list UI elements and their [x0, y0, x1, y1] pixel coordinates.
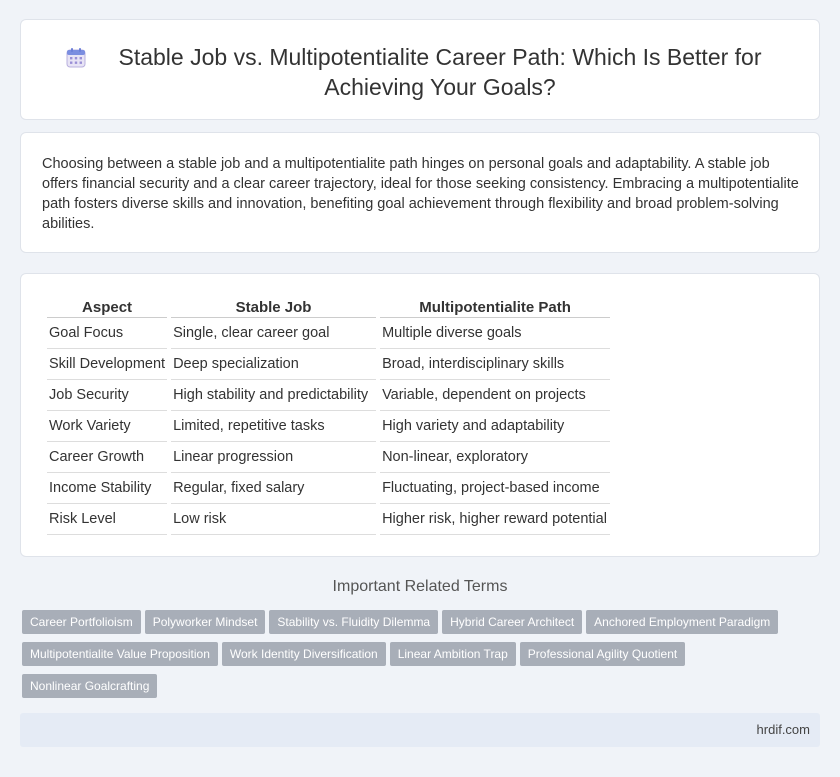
- table-cell: Non-linear, exploratory: [380, 442, 611, 473]
- header-card: Stable Job vs. Multipotentialite Career …: [20, 19, 820, 120]
- table-cell: Income Stability: [47, 473, 168, 504]
- column-header-stable-job: Stable Job: [171, 296, 377, 318]
- table-cell: Goal Focus: [47, 318, 168, 349]
- related-term-tag[interactable]: Polyworker Mindset: [144, 610, 266, 634]
- table-cell: High stability and predictability: [171, 380, 377, 411]
- table-cell: Linear progression: [171, 442, 377, 473]
- table-cell: Regular, fixed salary: [171, 473, 377, 504]
- table-cell: Fluctuating, project-based income: [380, 473, 611, 504]
- table-row: Job Security High stability and predicta…: [47, 380, 611, 411]
- related-terms-heading: Important Related Terms: [332, 578, 508, 595]
- related-term-tag[interactable]: Professional Agility Quotient: [519, 642, 686, 666]
- table-cell: Work Variety: [47, 411, 168, 442]
- column-header-aspect: Aspect: [47, 296, 168, 318]
- table-row: Work Variety Limited, repetitive tasks H…: [47, 411, 611, 442]
- table-row: Skill Development Deep specialization Br…: [47, 349, 611, 380]
- comparison-card: Aspect Stable Job Multipotentialite Path…: [20, 273, 820, 557]
- table-cell: High variety and adaptability: [380, 411, 611, 442]
- related-term-tag[interactable]: Career Portfolioism: [22, 610, 141, 634]
- table-header-row: Aspect Stable Job Multipotentialite Path: [47, 296, 611, 318]
- table-row: Goal Focus Single, clear career goal Mul…: [47, 318, 611, 349]
- comparison-table: Aspect Stable Job Multipotentialite Path…: [43, 296, 614, 535]
- table-cell: Job Security: [47, 380, 168, 411]
- related-terms-list: Career Portfolioism Polyworker Mindset Sta…: [22, 610, 812, 706]
- footer-site-link[interactable]: hrdif.com: [757, 722, 810, 737]
- column-header-multipotentialite: Multipotentialite Path: [380, 296, 611, 318]
- intro-paragraph: Choosing between a stable job and a mult…: [42, 156, 799, 232]
- table-row: Income Stability Regular, fixed salary F…: [47, 473, 611, 504]
- related-term-tag[interactable]: Anchored Employment Paradigm: [586, 610, 779, 634]
- related-term-tag[interactable]: Linear Ambition Trap: [389, 642, 516, 666]
- table-cell: Higher risk, higher reward potential: [380, 504, 611, 535]
- footer-bar: hrdif.com: [20, 713, 820, 747]
- table-row: Career Growth Linear progression Non-lin…: [47, 442, 611, 473]
- table-cell: Deep specialization: [171, 349, 377, 380]
- table-row: Risk Level Low risk Higher risk, higher …: [47, 504, 611, 535]
- table-cell: Multiple diverse goals: [380, 318, 611, 349]
- related-term-tag[interactable]: Stability vs. Fluidity Dilemma: [269, 610, 439, 634]
- table-cell: Skill Development: [47, 349, 168, 380]
- related-term-tag[interactable]: Nonlinear Goalcrafting: [22, 674, 158, 698]
- table-cell: Single, clear career goal: [171, 318, 377, 349]
- related-term-tag[interactable]: Work Identity Diversification: [221, 642, 386, 666]
- table-cell: Risk Level: [47, 504, 168, 535]
- table-cell: Broad, interdisciplinary skills: [380, 349, 611, 380]
- table-cell: Career Growth: [47, 442, 168, 473]
- table-cell: Low risk: [171, 504, 377, 535]
- table-cell: Limited, repetitive tasks: [171, 411, 377, 442]
- table-cell: Variable, dependent on projects: [380, 380, 611, 411]
- intro-card: Choosing between a stable job and a mult…: [20, 132, 820, 253]
- page-title: Stable Job vs. Multipotentialite Career …: [118, 44, 762, 100]
- related-term-tag[interactable]: Hybrid Career Architect: [442, 610, 583, 634]
- related-term-tag[interactable]: Multipotentialite Value Proposition: [22, 642, 218, 666]
